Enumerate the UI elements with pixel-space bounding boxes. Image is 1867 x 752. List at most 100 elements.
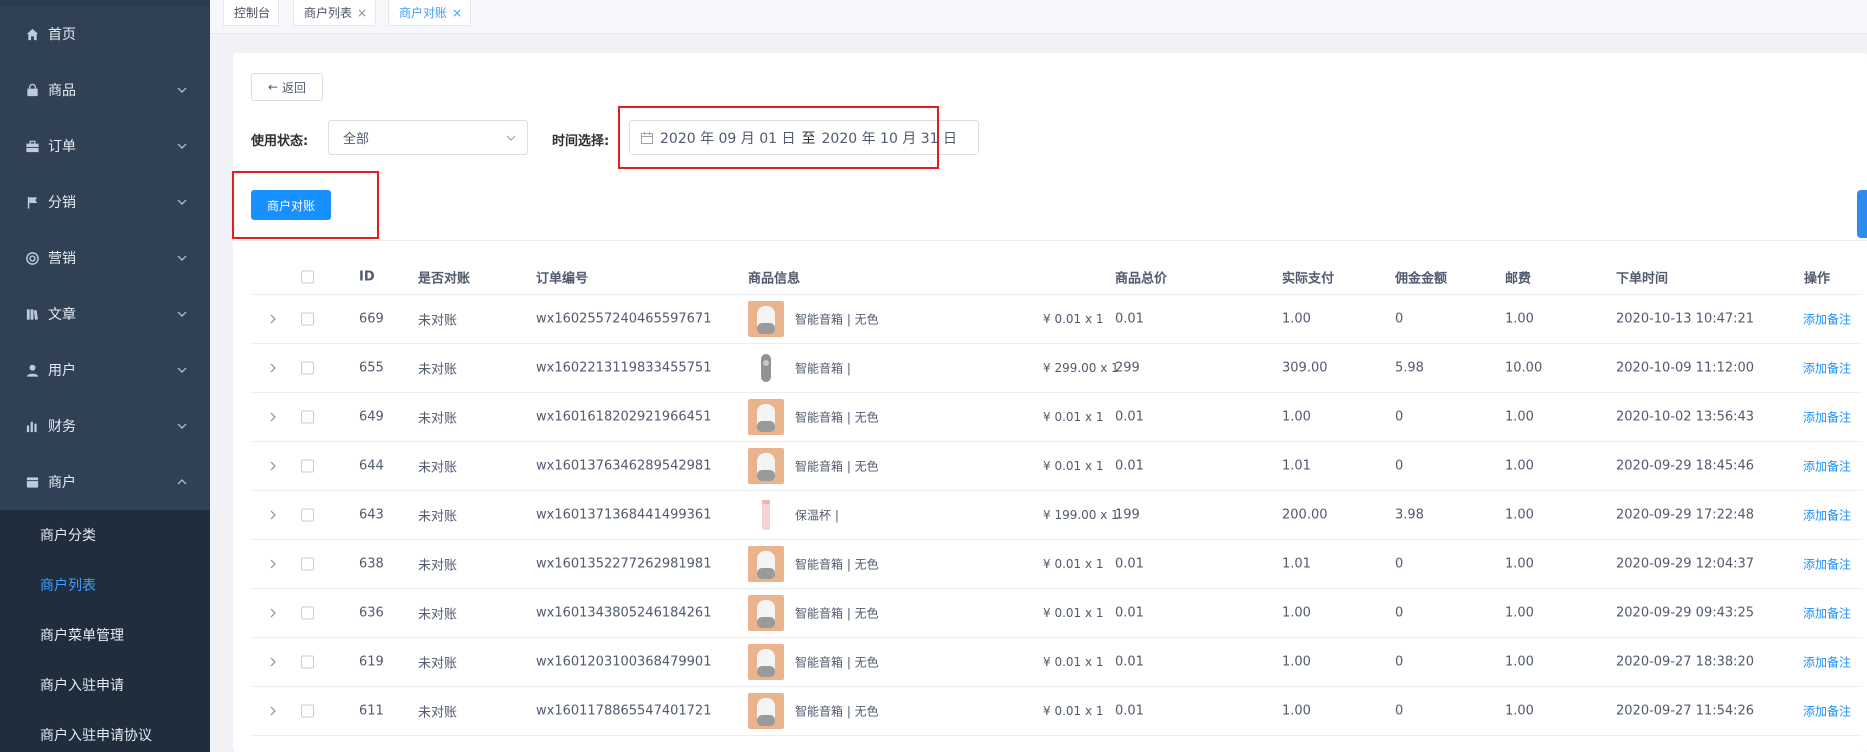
row-checkbox[interactable] bbox=[301, 410, 314, 424]
cell-order-no: wx1602213119833455751 bbox=[536, 360, 712, 376]
sidebar-item-label: 商户 bbox=[48, 475, 76, 491]
cell-commission: 0 bbox=[1395, 409, 1404, 425]
sidebar-subitem[interactable]: 商户菜单管理 bbox=[0, 610, 210, 660]
reconcile-table: ID 是否对账 订单编号 商品信息 商品总价 实际支付 佣金金额 邮费 下单时间… bbox=[251, 259, 1862, 736]
sidebar-subitem[interactable]: 商户入驻申请 bbox=[0, 660, 210, 710]
add-remark-link[interactable]: 添加备注 bbox=[1803, 360, 1851, 377]
cell-reconcile-status: 未对账 bbox=[418, 411, 458, 427]
sidebar-subitem[interactable]: 商户列表 bbox=[0, 560, 210, 610]
chevron-down-icon bbox=[176, 140, 188, 152]
chevron-right-icon[interactable] bbox=[267, 313, 279, 325]
product-thumbnail bbox=[748, 350, 784, 386]
cell-reconcile-status: 未对账 bbox=[418, 558, 458, 574]
cell-order-time: 2020-09-29 12:04:37 bbox=[1616, 556, 1755, 572]
chevron-right-icon[interactable] bbox=[267, 411, 279, 423]
cell-paid: 1.00 bbox=[1282, 703, 1311, 719]
row-checkbox[interactable] bbox=[301, 361, 314, 375]
col-actual-paid: 实际支付 bbox=[1282, 271, 1335, 286]
sidebar-item[interactable]: 用户 bbox=[0, 342, 210, 398]
sidebar-item[interactable]: 财务 bbox=[0, 398, 210, 454]
cell-id: 638 bbox=[359, 556, 384, 572]
table-row: 669 未对账 wx1602557240465597671 智能音箱 | 无色 ¥ 0.… bbox=[251, 295, 1862, 344]
table-row: 655 未对账 wx1602213119833455751 智能音箱 | ¥ 299.0… bbox=[251, 344, 1862, 393]
cell-id: 611 bbox=[359, 703, 384, 719]
cell-postage: 1.00 bbox=[1505, 507, 1534, 523]
add-remark-link[interactable]: 添加备注 bbox=[1803, 556, 1851, 573]
add-remark-link[interactable]: 添加备注 bbox=[1803, 605, 1851, 622]
cell-postage: 1.00 bbox=[1505, 311, 1534, 327]
cell-id: 649 bbox=[359, 409, 384, 425]
user-icon bbox=[24, 362, 40, 378]
row-checkbox[interactable] bbox=[301, 704, 314, 718]
tag-dashboard[interactable]: 控制台 bbox=[223, 0, 280, 26]
sidebar-item-label: 分销 bbox=[48, 195, 76, 211]
sidebar: 首页 商品 订单 分销 营销 文章 用户 财务 商户 商户分类 商户列表 商户菜单管理 商户入驻申请商… bbox=[0, 0, 210, 752]
sidebar-item-label: 商品 bbox=[48, 83, 76, 99]
cell-total: 0.01 bbox=[1115, 556, 1144, 572]
row-checkbox[interactable] bbox=[301, 459, 314, 473]
back-button[interactable]: ← 返回 bbox=[251, 73, 323, 101]
chevron-right-icon[interactable] bbox=[267, 460, 279, 472]
chevron-right-icon[interactable] bbox=[267, 656, 279, 668]
table-row: 643 未对账 wx1601371368441499361 保温杯 | ¥ 199.00… bbox=[251, 491, 1862, 540]
sidebar-item[interactable]: 商户 bbox=[0, 454, 210, 510]
table-row: 611 未对账 wx1601178865547401721 智能音箱 | 无色 ¥ 0.… bbox=[251, 687, 1862, 736]
chevron-down-icon bbox=[176, 308, 188, 320]
select-all-checkbox[interactable] bbox=[301, 270, 314, 283]
cell-postage: 1.00 bbox=[1505, 703, 1534, 719]
sidebar-item[interactable]: 文章 bbox=[0, 286, 210, 342]
cell-commission: 0 bbox=[1395, 654, 1404, 670]
tag-merchant-list[interactable]: 商户列表 × bbox=[293, 0, 377, 26]
chevron-right-icon[interactable] bbox=[267, 705, 279, 717]
cell-price-qty: ¥ 0.01 x 1 bbox=[1043, 606, 1104, 620]
sidebar-item-label: 营销 bbox=[48, 251, 76, 267]
cell-reconcile-status: 未对账 bbox=[418, 656, 458, 672]
settings-drawer-tab[interactable] bbox=[1857, 190, 1867, 238]
sidebar-item[interactable]: 首页 bbox=[0, 6, 210, 62]
cell-order-time: 2020-09-29 18:45:46 bbox=[1616, 458, 1755, 474]
flag-icon bbox=[24, 194, 40, 210]
sidebar-item[interactable]: 商品 bbox=[0, 62, 210, 118]
sidebar-subitem[interactable]: 商户入驻申请协议 bbox=[0, 710, 210, 752]
cell-price-qty: ¥ 0.01 x 1 bbox=[1043, 312, 1104, 326]
row-checkbox[interactable] bbox=[301, 655, 314, 669]
sidebar-item[interactable]: 营销 bbox=[0, 230, 210, 286]
row-checkbox[interactable] bbox=[301, 606, 314, 620]
cell-order-no: wx1601203100368479901 bbox=[536, 654, 712, 670]
status-select-value: 全部 bbox=[343, 132, 370, 147]
sidebar-item-label: 文章 bbox=[48, 307, 76, 323]
cell-order-no: wx1602557240465597671 bbox=[536, 311, 712, 327]
add-remark-link[interactable]: 添加备注 bbox=[1803, 654, 1851, 671]
col-product-info: 商品信息 bbox=[748, 271, 801, 286]
cell-commission: 0 bbox=[1395, 311, 1404, 327]
chevron-right-icon[interactable] bbox=[267, 362, 279, 374]
add-remark-link[interactable]: 添加备注 bbox=[1803, 703, 1851, 720]
cell-postage: 1.00 bbox=[1505, 654, 1534, 670]
sidebar-item[interactable]: 分销 bbox=[0, 174, 210, 230]
chevron-up-icon bbox=[176, 476, 188, 488]
add-remark-link[interactable]: 添加备注 bbox=[1803, 409, 1851, 426]
sidebar-item[interactable]: 订单 bbox=[0, 118, 210, 174]
chevron-down-icon bbox=[176, 420, 188, 432]
add-remark-link[interactable]: 添加备注 bbox=[1803, 311, 1851, 328]
tag-merchant-reconcile[interactable]: 商户对账 × bbox=[388, 0, 472, 26]
sidebar-item-label: 首页 bbox=[48, 27, 76, 43]
cell-order-time: 2020-09-27 11:54:26 bbox=[1616, 703, 1755, 719]
chevron-right-icon[interactable] bbox=[267, 509, 279, 521]
row-checkbox[interactable] bbox=[301, 508, 314, 522]
row-checkbox[interactable] bbox=[301, 557, 314, 571]
cell-total: 299 bbox=[1115, 360, 1140, 376]
sidebar-subitem[interactable]: 商户分类 bbox=[0, 510, 210, 560]
status-select[interactable]: 全部 bbox=[328, 120, 528, 155]
cell-product-name: 智能音箱 | bbox=[795, 361, 851, 376]
col-postage: 邮费 bbox=[1505, 271, 1532, 286]
add-remark-link[interactable]: 添加备注 bbox=[1803, 458, 1851, 475]
row-checkbox[interactable] bbox=[301, 312, 314, 326]
close-icon[interactable]: × bbox=[357, 6, 367, 20]
close-icon[interactable]: × bbox=[452, 6, 462, 20]
sidebar-menu: 首页商品订单分销营销文章用户 财务商户 bbox=[0, 6, 210, 510]
tag-label: 商户对账 bbox=[399, 6, 448, 20]
add-remark-link[interactable]: 添加备注 bbox=[1803, 507, 1851, 524]
chevron-right-icon[interactable] bbox=[267, 558, 279, 570]
chevron-right-icon[interactable] bbox=[267, 607, 279, 619]
